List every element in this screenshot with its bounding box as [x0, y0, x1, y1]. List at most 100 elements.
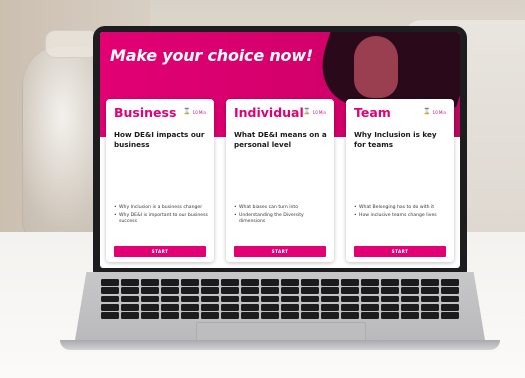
keyboard-key: [260, 287, 280, 295]
keyboard-key: [440, 312, 459, 319]
keyboard-key: [380, 295, 400, 303]
glass-vase-neck: [45, 30, 99, 58]
keyboard-key: [440, 287, 459, 295]
keyboard-key: [180, 287, 200, 295]
keyboard-key: [180, 312, 200, 319]
keyboard-key: [120, 303, 140, 311]
laptop-screen: Make your choice now! Business ⌛ 10 Min …: [100, 32, 460, 268]
card-title: Business: [114, 105, 177, 120]
keyboard-key: [240, 295, 260, 303]
keyboard-key: [340, 287, 360, 295]
keyboard-key: [440, 303, 459, 311]
list-item: Understanding the Diversity dimensions: [234, 213, 330, 226]
keyboard-key: [140, 279, 160, 286]
keyboard-key: [420, 295, 440, 303]
keyboard-key: [160, 295, 180, 303]
keyboard-key: [380, 287, 400, 295]
keyboard-key: [300, 287, 320, 295]
keyboard-key: [220, 295, 240, 303]
keyboard-key: [160, 279, 180, 286]
keyboard-key: [140, 295, 160, 303]
card-duration: ⌛ 10 Min: [303, 109, 326, 115]
keyboard-key: [420, 303, 440, 311]
keyboard-key: [180, 279, 200, 286]
keyboard-key: [120, 312, 140, 319]
card-duration-label: 10 Min: [432, 109, 446, 115]
keyboard-key: [160, 303, 180, 311]
keyboard-key: [240, 287, 260, 295]
keyboard-key: [300, 303, 320, 311]
keyboard-key: [260, 279, 280, 286]
keyboard-key: [200, 295, 220, 303]
keyboard-key: [240, 312, 260, 319]
keyboard-key: [340, 312, 360, 319]
list-item: What biases can turn into: [234, 205, 330, 212]
keyboard-key: [220, 287, 240, 295]
card-business[interactable]: Business ⌛ 10 Min How DE&I impacts our b…: [106, 99, 214, 262]
list-item: Why DE&I is important to our business su…: [114, 213, 210, 226]
card-duration: ⌛ 10 Min: [183, 109, 206, 115]
keyboard-key: [220, 279, 240, 286]
card-subtitle: Why Inclusion is key for teams: [354, 130, 437, 150]
keyboard-key: [140, 287, 160, 295]
keyboard-key: [260, 312, 280, 319]
keyboard-key: [220, 303, 240, 311]
keyboard-key: [200, 279, 220, 286]
start-button-team[interactable]: START: [354, 246, 446, 257]
keyboard-key: [240, 279, 260, 286]
keyboard-key: [320, 295, 340, 303]
keyboard-key: [200, 303, 220, 311]
keyboard-key: [380, 312, 400, 319]
keyboard-key: [360, 312, 380, 319]
keyboard-key: [360, 287, 380, 295]
keyboard-key: [200, 287, 220, 295]
keyboard-key: [160, 287, 180, 295]
card-duration-label: 10 Min: [312, 109, 326, 115]
keyboard-key: [400, 287, 420, 295]
start-button-business[interactable]: START: [114, 246, 206, 257]
keyboard-key: [440, 279, 459, 286]
keyboard-key: [280, 295, 300, 303]
keyboard-key: [340, 279, 360, 286]
keyboard-key: [180, 295, 200, 303]
choice-cards: Business ⌛ 10 Min How DE&I impacts our b…: [106, 99, 454, 265]
keyboard-key: [180, 303, 200, 311]
keyboard-key: [320, 287, 340, 295]
card-duration: ⌛ 10 Min: [423, 109, 446, 115]
keyboard-key: [300, 295, 320, 303]
keyboard-key: [360, 295, 380, 303]
card-team[interactable]: Team ⌛ 10 Min Why Inclusion is key for t…: [346, 99, 454, 262]
keyboard-key: [101, 295, 120, 303]
keyboard-key: [380, 303, 400, 311]
keyboard: [100, 278, 460, 320]
page-title: Make your choice now!: [110, 46, 314, 65]
card-individual[interactable]: Individual ⌛ 10 Min What DE&I means on a…: [226, 99, 334, 262]
list-item: What Belonging has to do with it: [354, 205, 450, 212]
card-bullets: What Belonging has to do with it How inc…: [354, 205, 450, 220]
card-title: Individual: [234, 105, 304, 120]
keyboard-key: [280, 279, 300, 286]
keyboard-key: [300, 279, 320, 286]
hourglass-icon: ⌛: [183, 108, 191, 115]
keyboard-key: [400, 295, 420, 303]
keyboard-key: [280, 312, 300, 319]
keyboard-key: [160, 312, 180, 319]
keyboard-key: [300, 312, 320, 319]
card-duration-label: 10 Min: [192, 109, 206, 115]
keyboard-key: [280, 287, 300, 295]
keyboard-key: [340, 303, 360, 311]
keyboard-key: [360, 303, 380, 311]
keyboard-key: [420, 279, 440, 286]
card-bullets: What biases can turn into Understanding …: [234, 205, 330, 227]
keyboard-key: [340, 295, 360, 303]
hourglass-icon: ⌛: [423, 108, 431, 115]
keyboard-key: [240, 303, 260, 311]
keyboard-key: [120, 279, 140, 286]
card-title: Team: [354, 105, 391, 120]
start-button-individual[interactable]: START: [234, 246, 326, 257]
keyboard-key: [420, 287, 440, 295]
keyboard-key: [320, 303, 340, 311]
keyboard-key: [140, 312, 160, 319]
keyboard-key: [260, 295, 280, 303]
card-subtitle: How DE&I impacts our business: [114, 130, 205, 150]
